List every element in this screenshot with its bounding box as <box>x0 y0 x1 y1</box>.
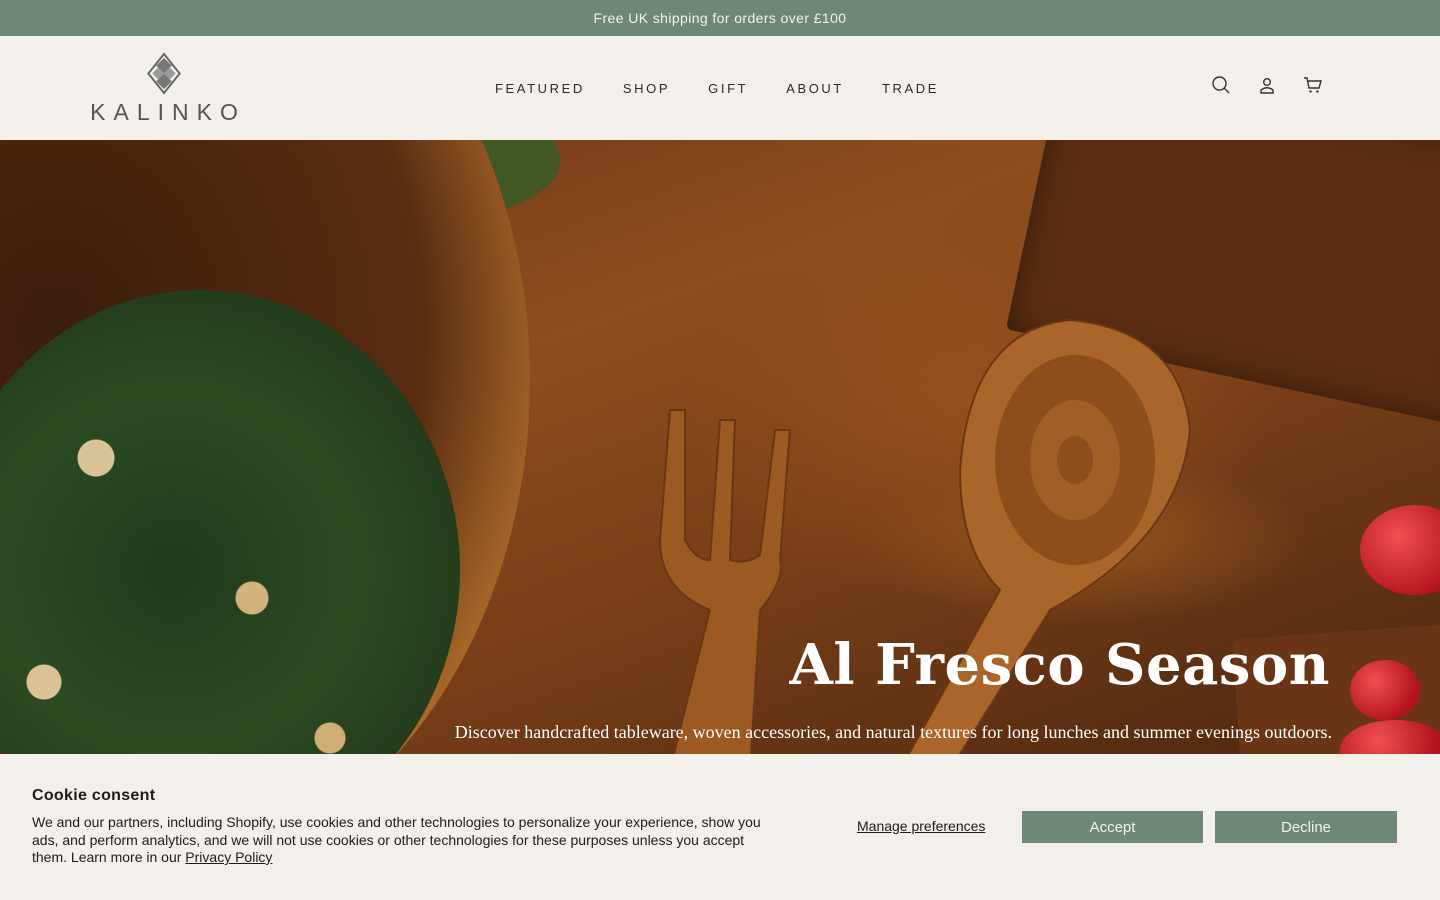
cart-icon[interactable] <box>1300 72 1326 98</box>
decline-button[interactable]: Decline <box>1215 811 1397 843</box>
account-icon[interactable] <box>1254 72 1280 98</box>
site-header: KALINKO FEATURED SHOP GIFT ABOUT TRADE <box>0 36 1440 140</box>
logo-diamond-icon <box>147 52 181 95</box>
privacy-policy-link[interactable]: Privacy Policy <box>185 849 272 865</box>
announcement-text: Free UK shipping for orders over £100 <box>593 10 847 26</box>
hero-pepper-2 <box>1350 660 1420 720</box>
hero-title: Al Fresco Season <box>789 632 1330 698</box>
nav-item-shop[interactable]: SHOP <box>604 81 689 96</box>
accept-button[interactable]: Accept <box>1022 811 1203 843</box>
brand-wordmark: KALINKO <box>90 99 246 125</box>
manage-preferences-link[interactable]: Manage preferences <box>857 818 985 834</box>
nav-item-about[interactable]: ABOUT <box>767 81 863 96</box>
hero-banner[interactable]: Al Fresco Season Discover handcrafted ta… <box>0 140 1440 754</box>
nav-item-gift[interactable]: GIFT <box>689 81 767 96</box>
main-nav: FEATURED SHOP GIFT ABOUT TRADE <box>476 36 958 140</box>
hero-pepper-1 <box>1360 505 1440 595</box>
cookie-consent-banner: Cookie consent We and our partners, incl… <box>0 754 1440 900</box>
announcement-bar: Free UK shipping for orders over £100 <box>0 0 1440 36</box>
cookie-body: We and our partners, including Shopify, … <box>32 814 772 867</box>
cookie-body-text: We and our partners, including Shopify, … <box>32 814 761 865</box>
search-icon[interactable] <box>1208 72 1234 98</box>
brand-logo[interactable]: KALINKO <box>82 52 246 126</box>
cookie-title: Cookie consent <box>32 787 156 804</box>
hero-subtitle: Discover handcrafted tableware, woven ac… <box>454 722 1332 742</box>
header-icons <box>1208 72 1326 98</box>
nav-item-trade[interactable]: TRADE <box>863 81 958 96</box>
nav-item-featured[interactable]: FEATURED <box>476 81 604 96</box>
